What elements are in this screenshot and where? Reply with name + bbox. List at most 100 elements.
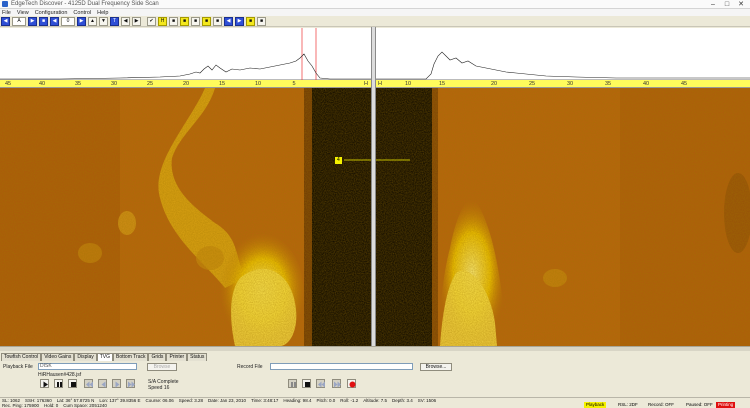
tb-zoom-in-button[interactable]: ▲ bbox=[88, 16, 97, 26]
tb-tvg-button[interactable]: T bbox=[110, 16, 119, 26]
tb-palette-1-button[interactable]: ■ bbox=[169, 16, 178, 26]
tb-range-field[interactable]: 0 bbox=[61, 16, 75, 26]
record-pause-button[interactable] bbox=[288, 379, 297, 388]
menu-help[interactable]: Help bbox=[97, 10, 108, 16]
tb-gain-up-button[interactable]: ▶ bbox=[235, 16, 244, 26]
tb-range-down-button[interactable]: ◀ bbox=[50, 16, 59, 26]
tab-towfish-control[interactable]: Towfish Control bbox=[1, 353, 42, 361]
tb-zoom-out-button[interactable]: ▼ bbox=[99, 16, 108, 26]
tb-accept-button[interactable]: ✔ bbox=[147, 16, 156, 26]
playback-filename: HiRHausen#428.jsf bbox=[38, 372, 82, 378]
target-marker-badge[interactable]: 4 bbox=[335, 157, 342, 164]
tb-channel-select[interactable]: A bbox=[12, 16, 26, 26]
tab-status[interactable]: Status bbox=[187, 353, 208, 361]
starboard-waveform-trace bbox=[376, 51, 750, 80]
scale-tick: 45 bbox=[4, 81, 12, 87]
menu-view[interactable]: View bbox=[17, 10, 29, 16]
pause-icon bbox=[291, 382, 296, 387]
tb-high-freq-button[interactable]: H bbox=[158, 16, 167, 26]
tab-grids[interactable]: Grids bbox=[148, 353, 167, 361]
tb-prev-button[interactable]: ◀ bbox=[121, 16, 130, 26]
playback-file-label: Playback File bbox=[3, 364, 33, 370]
port-amplitude-trace bbox=[0, 53, 371, 80]
tab-display[interactable]: Display bbox=[74, 353, 97, 361]
playback-speed-label: Speed 16 bbox=[148, 385, 169, 391]
play-button[interactable] bbox=[40, 379, 49, 388]
control-panel: Towfish Control Video Gains Display TVG … bbox=[0, 351, 750, 400]
tb-palette-2-button[interactable]: ■ bbox=[180, 16, 189, 26]
scale-tick: 40 bbox=[642, 81, 650, 87]
stop-icon bbox=[71, 382, 76, 387]
speed-label-text: Speed bbox=[148, 385, 163, 391]
scale-tick: 45 bbox=[680, 81, 688, 87]
tb-scroll-left-button[interactable]: ◀ bbox=[1, 16, 10, 26]
menu-configuration[interactable]: Configuration bbox=[35, 10, 68, 16]
fast-forward-button[interactable] bbox=[126, 379, 135, 388]
starboard-amplitude-trace bbox=[376, 51, 750, 80]
status-cum-space: Cum Space: 2051240 bbox=[63, 403, 107, 408]
channel-divider[interactable] bbox=[371, 27, 376, 347]
stop-button[interactable] bbox=[68, 379, 77, 388]
play-icon bbox=[43, 381, 48, 388]
scale-tick: H bbox=[364, 81, 368, 87]
control-tabs: Towfish Control Video Gains Display TVG … bbox=[1, 353, 208, 361]
stop-icon bbox=[305, 382, 310, 387]
menu-control[interactable]: Control bbox=[73, 10, 91, 16]
port-waveform-trace bbox=[0, 28, 371, 80]
tab-printer[interactable]: Printer bbox=[166, 353, 188, 361]
tb-palette-3-button[interactable]: ■ bbox=[191, 16, 200, 26]
status-record-indicator: Record: OFF bbox=[648, 402, 675, 407]
step-back-button[interactable] bbox=[98, 379, 107, 388]
maximize-icon[interactable]: □ bbox=[720, 0, 734, 9]
tb-stop-button[interactable]: ■ bbox=[39, 16, 48, 26]
scale-tick: 15 bbox=[218, 81, 226, 87]
scale-tick: 20 bbox=[490, 81, 498, 87]
pause-icon bbox=[57, 382, 62, 387]
playback-browse-button[interactable]: Browse bbox=[147, 363, 177, 371]
record-browse-button[interactable]: Browse... bbox=[420, 363, 452, 371]
tb-gain-down-button[interactable]: ◀ bbox=[224, 16, 233, 26]
minimize-icon[interactable]: – bbox=[706, 0, 720, 9]
rewind-button[interactable] bbox=[84, 379, 93, 388]
record-forward-button[interactable] bbox=[332, 379, 341, 388]
tb-grid-button[interactable]: ■ bbox=[246, 16, 255, 26]
tb-palette-5-button[interactable]: ■ bbox=[213, 16, 222, 26]
tb-next-button[interactable]: ▶ bbox=[132, 16, 141, 26]
scale-tick: 30 bbox=[110, 81, 118, 87]
record-file-field[interactable] bbox=[270, 363, 413, 370]
tb-range-up-button[interactable]: ▶ bbox=[77, 16, 86, 26]
record-back-button[interactable] bbox=[316, 379, 325, 388]
step-forward-button[interactable] bbox=[112, 379, 121, 388]
port-waveform bbox=[0, 28, 371, 80]
app-icon bbox=[2, 1, 8, 7]
record-stop-button[interactable] bbox=[302, 379, 311, 388]
record-button[interactable] bbox=[347, 379, 356, 388]
scale-tick: 10 bbox=[404, 81, 412, 87]
title-bar: EdgeTech Discover - 4125D Dual Frequency… bbox=[0, 0, 750, 9]
record-icon bbox=[349, 381, 356, 388]
step-forward-icon bbox=[115, 381, 120, 388]
scale-tick: 30 bbox=[566, 81, 574, 87]
playback-file-field[interactable]: DISK bbox=[38, 363, 137, 370]
status-rsl-indicator: RSL: 2DF bbox=[618, 402, 638, 407]
tab-bottom-track[interactable]: Bottom Track bbox=[113, 353, 149, 361]
status-rec-ping: Rec. Ping: 175900 bbox=[2, 403, 40, 408]
port-range-scale: 45 40 35 30 25 20 15 10 5 H bbox=[0, 80, 371, 88]
scale-tick: 5 bbox=[292, 81, 296, 87]
tb-palette-4-button[interactable]: ■ bbox=[202, 16, 211, 26]
tb-print-button[interactable]: ■ bbox=[257, 16, 266, 26]
step-back-icon bbox=[101, 381, 106, 388]
scale-tick: 25 bbox=[146, 81, 154, 87]
starboard-waveform bbox=[376, 28, 750, 80]
status-playback-indicator: Playback bbox=[584, 402, 607, 408]
rewind-icon bbox=[86, 381, 93, 388]
pause-button[interactable] bbox=[54, 379, 63, 388]
menu-file[interactable]: File bbox=[2, 10, 11, 16]
menu-bar: File View Configuration Control Help bbox=[0, 9, 750, 16]
starboard-range-scale: H 10 15 20 25 30 35 40 45 bbox=[376, 80, 750, 88]
tab-tvg[interactable]: TVG bbox=[96, 353, 114, 361]
tb-scroll-right-button[interactable]: ▶ bbox=[28, 16, 37, 26]
close-icon[interactable]: ✕ bbox=[734, 0, 748, 9]
status-printing-indicator: Printing bbox=[716, 402, 736, 408]
tab-video-gains[interactable]: Video Gains bbox=[41, 353, 75, 361]
